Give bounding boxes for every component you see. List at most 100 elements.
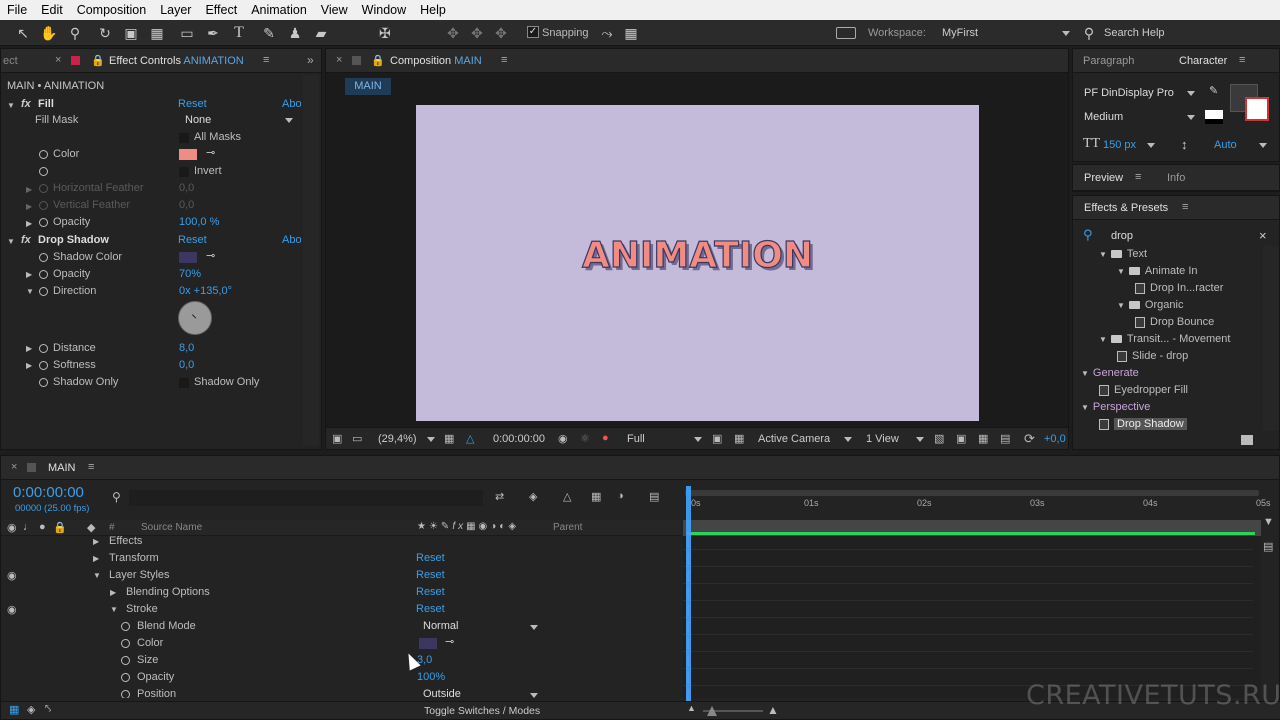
eyedropper-icon[interactable]: ⊸ xyxy=(206,249,215,262)
more-tabs-icon[interactable]: » xyxy=(307,53,314,67)
timeline-timecode[interactable]: 0:00:00:00 xyxy=(13,484,84,501)
timeline-row[interactable]: Color ⊸ xyxy=(1,635,681,652)
resolution-dropdown-icon[interactable] xyxy=(694,437,702,442)
axis-view-icon[interactable]: ✥ xyxy=(492,24,510,42)
reset-button[interactable]: Reset xyxy=(416,586,445,598)
stopwatch-icon[interactable] xyxy=(39,270,48,279)
tree-item[interactable]: ▼ Animate In xyxy=(1117,263,1198,279)
puppet-pin-tool-icon[interactable]: ✠ xyxy=(376,24,394,42)
h-feather-expand-icon[interactable]: ▶ xyxy=(26,185,32,194)
work-area-bar[interactable] xyxy=(685,490,1259,496)
dropdown-icon[interactable] xyxy=(530,625,538,630)
exposure-value[interactable]: +0,0 xyxy=(1044,433,1066,445)
close-icon[interactable]: × xyxy=(336,54,342,66)
workspace-select[interactable]: MyFirst xyxy=(942,27,978,39)
effects-scrollbar[interactable] xyxy=(1263,246,1279,431)
eraser-tool-icon[interactable]: ▰ xyxy=(312,24,330,42)
direction-value[interactable]: 0x +135,0° xyxy=(179,285,232,297)
timeline-row[interactable]: ▶ Transform Reset xyxy=(1,550,681,567)
stopwatch-icon[interactable] xyxy=(121,622,130,631)
stopwatch-icon[interactable] xyxy=(121,656,130,665)
camera-select[interactable]: Active Camera xyxy=(758,433,830,445)
eyedropper-icon[interactable]: ⊸ xyxy=(445,635,454,648)
reset-button[interactable]: Reset xyxy=(416,603,445,615)
shadow-opacity-expand-icon[interactable]: ▶ xyxy=(26,270,32,279)
tab-character[interactable]: Character xyxy=(1179,55,1227,67)
brush-tool-icon[interactable]: ✎ xyxy=(260,24,278,42)
shadow-only-checkbox[interactable] xyxy=(179,378,189,388)
snapshot-icon[interactable]: ◉ xyxy=(558,432,568,445)
current-time-indicator[interactable] xyxy=(686,486,691,706)
snap-feather-icon[interactable]: ⤳ xyxy=(598,24,616,42)
softness-value[interactable]: 0,0 xyxy=(179,359,194,371)
snap-edges-icon[interactable]: ▦ xyxy=(622,24,640,42)
timeline-row[interactable]: ▶ Blending Options Reset xyxy=(1,584,681,601)
tree-item[interactable]: Drop Shadow xyxy=(1099,416,1187,431)
transparency-grid-icon[interactable]: ▦ xyxy=(734,432,744,445)
property-value[interactable]: 100% xyxy=(417,671,445,683)
effects-search-input[interactable]: drop xyxy=(1111,230,1133,242)
timeline-row[interactable]: Blend Mode Normal xyxy=(1,618,681,635)
stopwatch-icon[interactable] xyxy=(39,344,48,353)
drop-shadow-about-button[interactable]: Abo xyxy=(282,234,302,246)
timeline-icon[interactable]: ▦ xyxy=(978,432,988,445)
hide-shy-icon[interactable]: △ xyxy=(563,490,571,503)
motion-blur-icon[interactable]: ◑ xyxy=(617,490,624,502)
v-feather-expand-icon[interactable]: ▶ xyxy=(26,202,32,211)
fx-icon[interactable]: fx xyxy=(21,98,31,110)
menu-help[interactable]: Help xyxy=(413,3,453,17)
zoom-tool-icon[interactable]: ⚲ xyxy=(66,24,84,42)
axis-world-icon[interactable]: ✥ xyxy=(468,24,486,42)
timeline-row[interactable]: Size 3,0 xyxy=(1,652,681,669)
animation-text-layer[interactable]: ANIMATION xyxy=(416,234,979,276)
stopwatch-icon[interactable] xyxy=(39,218,48,227)
menu-animation[interactable]: Animation xyxy=(244,3,314,17)
fill-mask-dropdown-icon[interactable] xyxy=(285,118,293,123)
menu-composition[interactable]: Composition xyxy=(70,3,153,17)
stopwatch-icon[interactable] xyxy=(121,639,130,648)
distance-expand-icon[interactable]: ▶ xyxy=(26,344,32,353)
source-name-header[interactable]: Source Name xyxy=(141,522,202,533)
panel-menu-icon[interactable]: ≡ xyxy=(88,461,94,473)
tree-item[interactable]: ▼ Text xyxy=(1099,246,1147,262)
fill-mask-select[interactable]: None xyxy=(185,114,211,126)
panel-menu-icon[interactable]: ≡ xyxy=(1135,171,1141,183)
views-select[interactable]: 1 View xyxy=(866,433,899,445)
fill-opacity-value[interactable]: 100,0 % xyxy=(179,216,219,228)
close-icon[interactable]: × xyxy=(11,461,17,473)
search-help-input[interactable]: Search Help xyxy=(1104,27,1165,39)
pen-tool-icon[interactable]: ✒ xyxy=(204,24,222,42)
drop-shadow-reset-button[interactable]: Reset xyxy=(178,234,207,246)
menu-layer[interactable]: Layer xyxy=(153,3,198,17)
search-icon[interactable]: ⚲ xyxy=(112,490,121,504)
reset-exposure-icon[interactable]: ⟳ xyxy=(1024,431,1035,447)
new-folder-icon[interactable] xyxy=(1241,435,1253,445)
show-snapshot-icon[interactable]: ⚛ xyxy=(580,432,590,445)
solo-icon[interactable]: ● xyxy=(39,521,46,533)
graph-editor-icon[interactable]: ▤ xyxy=(649,490,659,503)
fx-icon[interactable]: fx xyxy=(21,234,31,246)
layer-switches-icon[interactable]: ▦ xyxy=(9,703,19,716)
zoom-select[interactable]: (29,4%) xyxy=(378,433,417,445)
clear-search-icon[interactable]: × xyxy=(1259,228,1267,243)
pan-behind-tool-icon[interactable]: ▦ xyxy=(148,24,166,42)
flowchart-icon[interactable]: ▤ xyxy=(1000,432,1010,445)
draft-3d-icon[interactable]: ◈ xyxy=(529,490,537,503)
eye-icon[interactable]: ◉ xyxy=(7,603,17,616)
timeline-row[interactable]: Opacity 100% xyxy=(1,669,681,686)
layer-duration-bar[interactable] xyxy=(687,532,1255,535)
monitor-icon[interactable]: ▭ xyxy=(352,432,362,445)
stopwatch-icon[interactable] xyxy=(39,201,48,210)
rectangle-tool-icon[interactable]: ▭ xyxy=(178,24,196,42)
expand-icon[interactable]: ▼ xyxy=(93,571,101,580)
tab-preview[interactable]: Preview xyxy=(1084,172,1123,184)
camera-dropdown-icon[interactable] xyxy=(844,437,852,442)
style-dropdown-icon[interactable] xyxy=(1187,115,1195,120)
channels-icon[interactable]: ● xyxy=(602,432,609,444)
resolution-select[interactable]: Full xyxy=(627,433,645,445)
tab-project-partial[interactable]: ect xyxy=(3,55,18,67)
zoom-out-icon[interactable]: ▲ xyxy=(687,703,696,713)
invert-checkbox[interactable] xyxy=(179,167,189,177)
all-masks-checkbox[interactable] xyxy=(179,133,189,143)
time-ruler[interactable]: 0s 01s 02s 03s 04s 05s xyxy=(683,484,1271,534)
